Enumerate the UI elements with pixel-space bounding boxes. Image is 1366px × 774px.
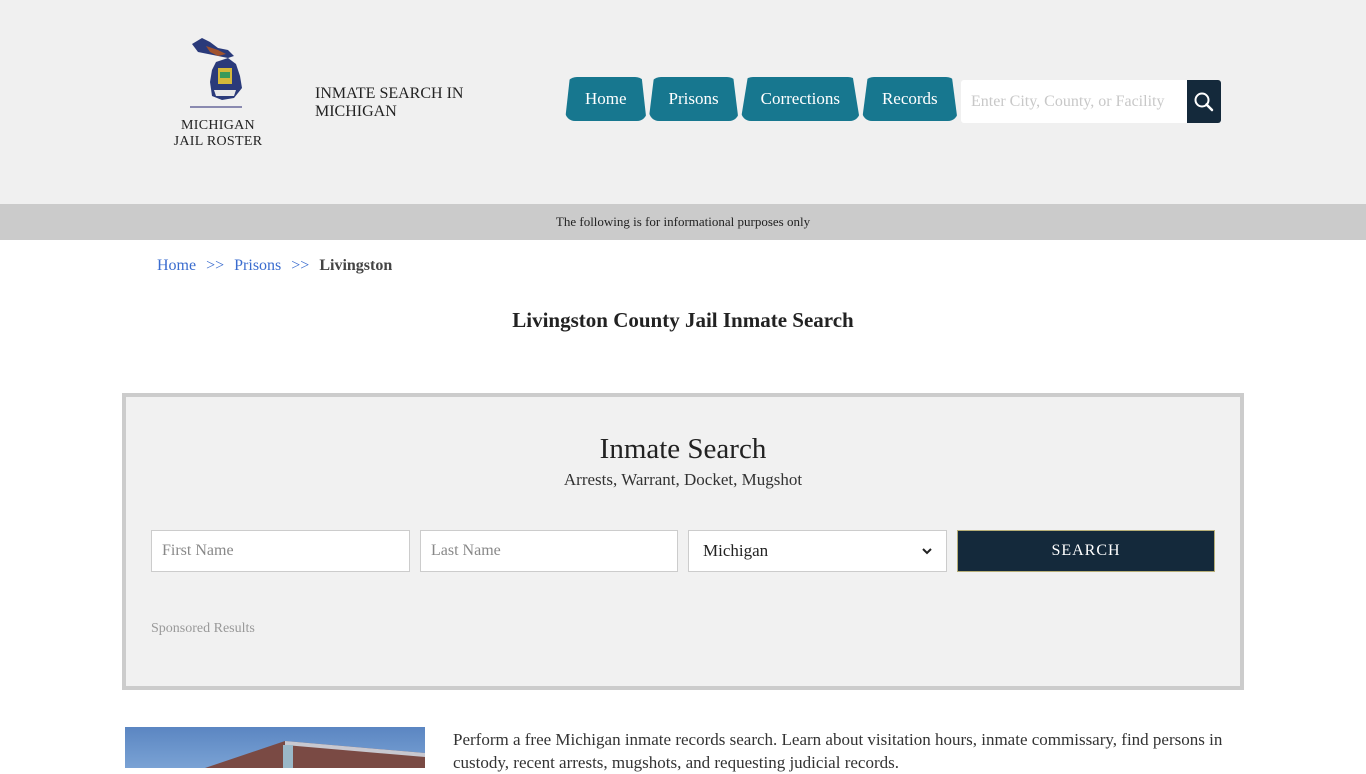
first-name-input[interactable]	[151, 530, 410, 572]
info-notice: The following is for informational purpo…	[0, 204, 1366, 240]
site-search-button[interactable]	[1187, 80, 1221, 123]
breadcrumb-current: Livingston	[319, 257, 393, 274]
nav-prisons[interactable]: Prisons	[648, 77, 739, 121]
breadcrumb-separator: >>	[206, 257, 225, 274]
search-icon	[1194, 92, 1214, 111]
breadcrumb-home[interactable]: Home	[157, 257, 196, 275]
nav-records[interactable]: Records	[861, 77, 958, 121]
page-title: Livingston County Jail Inmate Search	[512, 308, 854, 332]
building-illustration	[205, 741, 425, 768]
sponsored-results-label: Sponsored Results	[151, 621, 255, 636]
inmate-search-title: Inmate Search	[599, 433, 767, 465]
site-header: MICHIGAN JAIL ROSTER INMATE SEARCH IN MI…	[0, 0, 1366, 204]
last-name-input[interactable]	[420, 530, 678, 572]
chevron-down-icon	[922, 548, 932, 555]
michigan-map-icon	[192, 38, 242, 100]
inmate-search-subtitle: Arrests, Warrant, Docket, Mugshot	[563, 470, 803, 489]
breadcrumb-prisons[interactable]: Prisons	[234, 257, 281, 275]
logo-divider	[190, 106, 242, 108]
logo-line-2: JAIL ROSTER	[173, 134, 263, 149]
jail-building-photo	[125, 727, 425, 768]
logo-line-1: MICHIGAN	[181, 118, 255, 133]
nav-corrections[interactable]: Corrections	[740, 77, 860, 121]
breadcrumb-separator: >>	[291, 257, 310, 274]
site-search-input[interactable]	[961, 80, 1187, 123]
site-search	[961, 80, 1221, 123]
nav-home[interactable]: Home	[565, 77, 647, 121]
main-nav: Home Prisons Corrections Records	[565, 77, 960, 121]
inmate-search-panel: Inmate Search Arrests, Warrant, Docket, …	[122, 393, 1244, 690]
site-logo[interactable]: MICHIGAN JAIL ROSTER	[170, 34, 266, 154]
state-select-value: Michigan	[703, 541, 769, 560]
site-title: INMATE SEARCH IN MICHIGAN	[315, 85, 464, 120]
state-select[interactable]: Michigan	[688, 530, 947, 572]
inmate-search-button[interactable]: SEARCH	[957, 530, 1215, 572]
breadcrumb: Home >> Prisons >> Livingston	[157, 257, 392, 275]
intro-paragraph: Perform a free Michigan inmate records s…	[453, 730, 1223, 772]
